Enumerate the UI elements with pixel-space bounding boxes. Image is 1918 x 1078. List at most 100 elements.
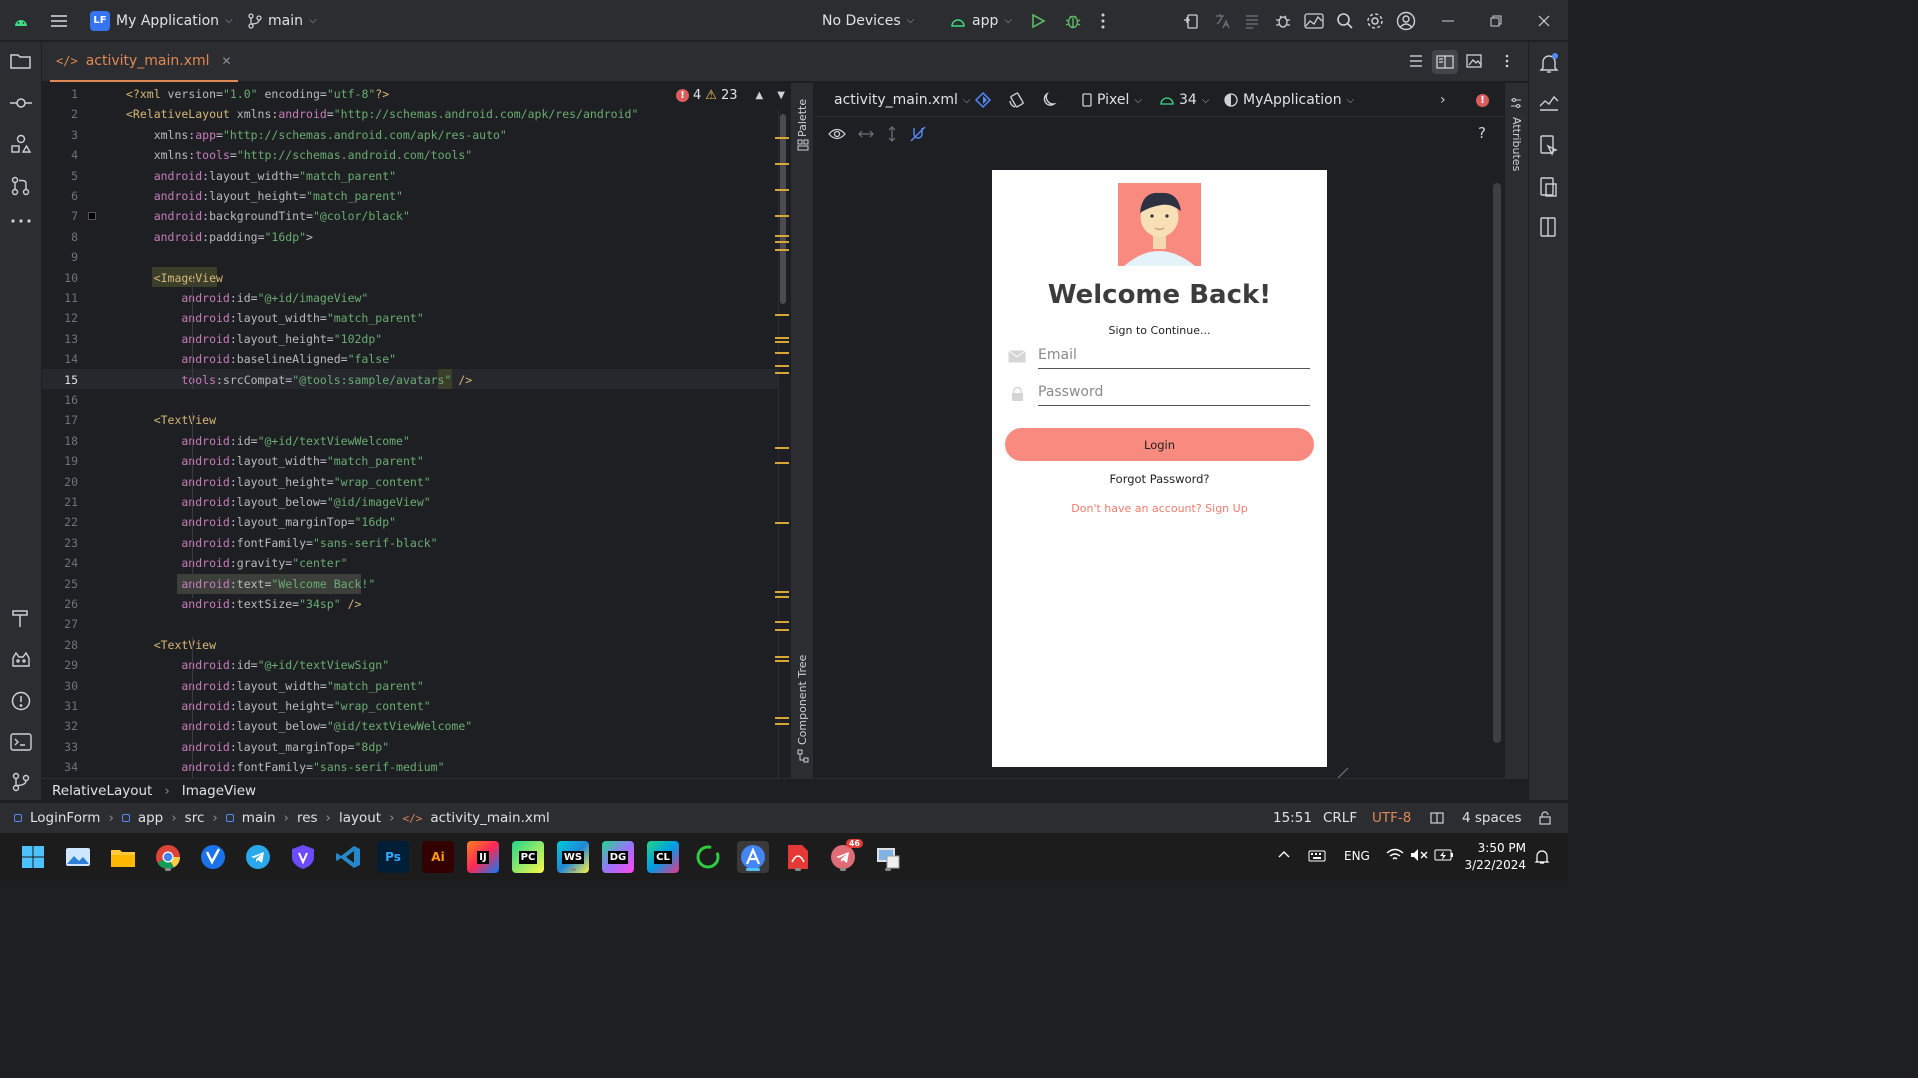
warning-marker[interactable]: [775, 596, 789, 598]
path-item[interactable]: activity_main.xml: [430, 810, 549, 826]
line-number[interactable]: 25: [42, 574, 78, 594]
code-line[interactable]: 9: [42, 247, 778, 267]
file-selector[interactable]: activity_main.xml ⌵: [834, 83, 970, 117]
remote-desktop-icon[interactable]: [872, 841, 904, 873]
main-menu-icon[interactable]: [50, 0, 68, 41]
editor-scrollbar[interactable]: [775, 110, 789, 778]
code-line[interactable]: 21 android:layout_below="@id/imageView": [42, 492, 778, 512]
warning-marker[interactable]: [775, 365, 789, 367]
photoshop-icon[interactable]: Ps: [377, 841, 409, 873]
resource-manager-icon[interactable]: [10, 134, 32, 154]
night-mode-icon[interactable]: [1042, 83, 1058, 117]
pycharm-icon[interactable]: PC: [512, 841, 544, 873]
code-line[interactable]: 25 android:text="Welcome Back!": [42, 574, 778, 594]
email-field[interactable]: Email: [1038, 347, 1310, 369]
code-line[interactable]: 6 android:layout_height="match_parent": [42, 186, 778, 206]
chevron-down-icon[interactable]: ▼: [777, 90, 785, 101]
line-number[interactable]: 20: [42, 472, 78, 492]
line-number[interactable]: 18: [42, 431, 78, 451]
keyboard-icon[interactable]: [1308, 849, 1326, 863]
code-line[interactable]: 8 android:padding="16dp">: [42, 227, 778, 247]
attributes-tab[interactable]: Attributes: [1510, 117, 1523, 171]
horizontal-resize-icon[interactable]: [858, 128, 874, 140]
render-error-icon[interactable]: !: [1476, 83, 1489, 117]
chevron-up-icon[interactable]: ▲: [755, 90, 763, 101]
line-number[interactable]: 2: [42, 104, 78, 124]
device-explorer-icon[interactable]: [1538, 176, 1560, 198]
project-selector[interactable]: LF My Application ⌵: [90, 0, 233, 41]
illustrator-icon[interactable]: Ai: [422, 841, 454, 873]
more-tools-icon[interactable]: [10, 218, 32, 224]
more-vertical-icon[interactable]: [1100, 0, 1106, 41]
device-dropdown[interactable]: Pixel ⌵: [1082, 83, 1142, 117]
intellij-icon[interactable]: IJ: [467, 841, 499, 873]
code-line[interactable]: 1 <?xml version="1.0" encoding="utf-8"?>: [42, 84, 778, 104]
warning-marker[interactable]: [775, 352, 789, 354]
code-line[interactable]: 22 android:layout_marginTop="16dp": [42, 512, 778, 532]
warning-marker[interactable]: [775, 341, 789, 343]
line-number[interactable]: 22: [42, 512, 78, 532]
code-view-icon[interactable]: [1408, 54, 1424, 68]
pull-requests-icon[interactable]: [10, 176, 32, 196]
warning-marker[interactable]: [775, 462, 789, 464]
debug-icon[interactable]: [1064, 0, 1082, 41]
line-number[interactable]: 10: [42, 268, 78, 288]
version-control-icon[interactable]: [10, 772, 32, 792]
warning-marker[interactable]: [775, 137, 789, 139]
warning-marker[interactable]: [775, 372, 789, 374]
photos-app-icon[interactable]: [62, 841, 94, 873]
line-number[interactable]: 33: [42, 737, 78, 757]
vertical-resize-icon[interactable]: [886, 126, 898, 142]
notifications-bell-icon[interactable]: [1538, 52, 1560, 74]
magnet-off-icon[interactable]: [910, 126, 926, 142]
gemini-icon[interactable]: [1538, 92, 1560, 112]
clock-date[interactable]: 3/22/2024: [1458, 858, 1526, 872]
warning-marker[interactable]: [775, 235, 789, 237]
run-icon[interactable]: [1030, 0, 1046, 41]
device-selector[interactable]: No Devices ⌵: [822, 0, 914, 41]
chevron-right-icon[interactable]: ›: [1440, 83, 1446, 117]
code-line[interactable]: 4 xmlns:tools="http://schemas.android.co…: [42, 145, 778, 165]
logcat-cat-icon[interactable]: [10, 650, 32, 670]
settings-gear-icon[interactable]: [1366, 0, 1384, 41]
code-line[interactable]: 30 android:layout_width="match_parent": [42, 676, 778, 696]
code-line[interactable]: 33 android:layout_marginTop="8dp": [42, 737, 778, 757]
indent-setting[interactable]: 4 spaces: [1462, 810, 1522, 826]
code-line[interactable]: 14 android:baselineAligned="false": [42, 349, 778, 369]
line-number[interactable]: 3: [42, 125, 78, 145]
path-item[interactable]: main: [242, 810, 276, 826]
datagrip-icon[interactable]: DG: [602, 841, 634, 873]
logcat-icon[interactable]: [1243, 0, 1261, 41]
tab-activity-main-xml[interactable]: </> activity_main.xml ✕: [50, 42, 238, 82]
close-tab-icon[interactable]: ✕: [222, 54, 232, 68]
device-mirror-icon[interactable]: [1538, 216, 1560, 238]
line-number[interactable]: 27: [42, 614, 78, 634]
eye-icon[interactable]: [828, 127, 846, 141]
code-line[interactable]: 12 android:layout_width="match_parent": [42, 308, 778, 328]
line-number[interactable]: 11: [42, 288, 78, 308]
warning-marker[interactable]: [775, 621, 789, 623]
warning-marker[interactable]: [775, 215, 789, 217]
commit-icon[interactable]: [10, 94, 32, 112]
component-tree-tab[interactable]: Component Tree: [796, 655, 809, 745]
code-line[interactable]: 32 android:layout_below="@id/textViewWel…: [42, 716, 778, 736]
code-line[interactable]: 7 android:backgroundTint="@color/black": [42, 206, 778, 226]
code-line[interactable]: 18 android:id="@+id/textViewWelcome": [42, 431, 778, 451]
code-line[interactable]: 10 <ImageView: [42, 268, 778, 288]
warning-marker[interactable]: [775, 163, 789, 165]
login-button[interactable]: Login: [1005, 428, 1314, 461]
orientation-icon[interactable]: [1008, 83, 1026, 117]
signup-link[interactable]: Don't have an account? Sign Up: [992, 502, 1327, 515]
warning-marker[interactable]: [775, 656, 789, 658]
warning-marker[interactable]: [775, 189, 789, 191]
line-number[interactable]: 24: [42, 553, 78, 573]
warning-marker[interactable]: [775, 660, 789, 662]
code-line[interactable]: 34 android:fontFamily="sans-serif-medium…: [42, 757, 778, 777]
warning-marker[interactable]: [775, 447, 789, 449]
code-line[interactable]: 24 android:gravity="center": [42, 553, 778, 573]
notification-bell-icon[interactable]: [1534, 849, 1550, 865]
avatar-image[interactable]: [1118, 183, 1201, 266]
password-field[interactable]: Password: [1038, 384, 1310, 406]
code-line[interactable]: 17 <TextView: [42, 410, 778, 430]
path-item[interactable]: src: [185, 810, 205, 826]
